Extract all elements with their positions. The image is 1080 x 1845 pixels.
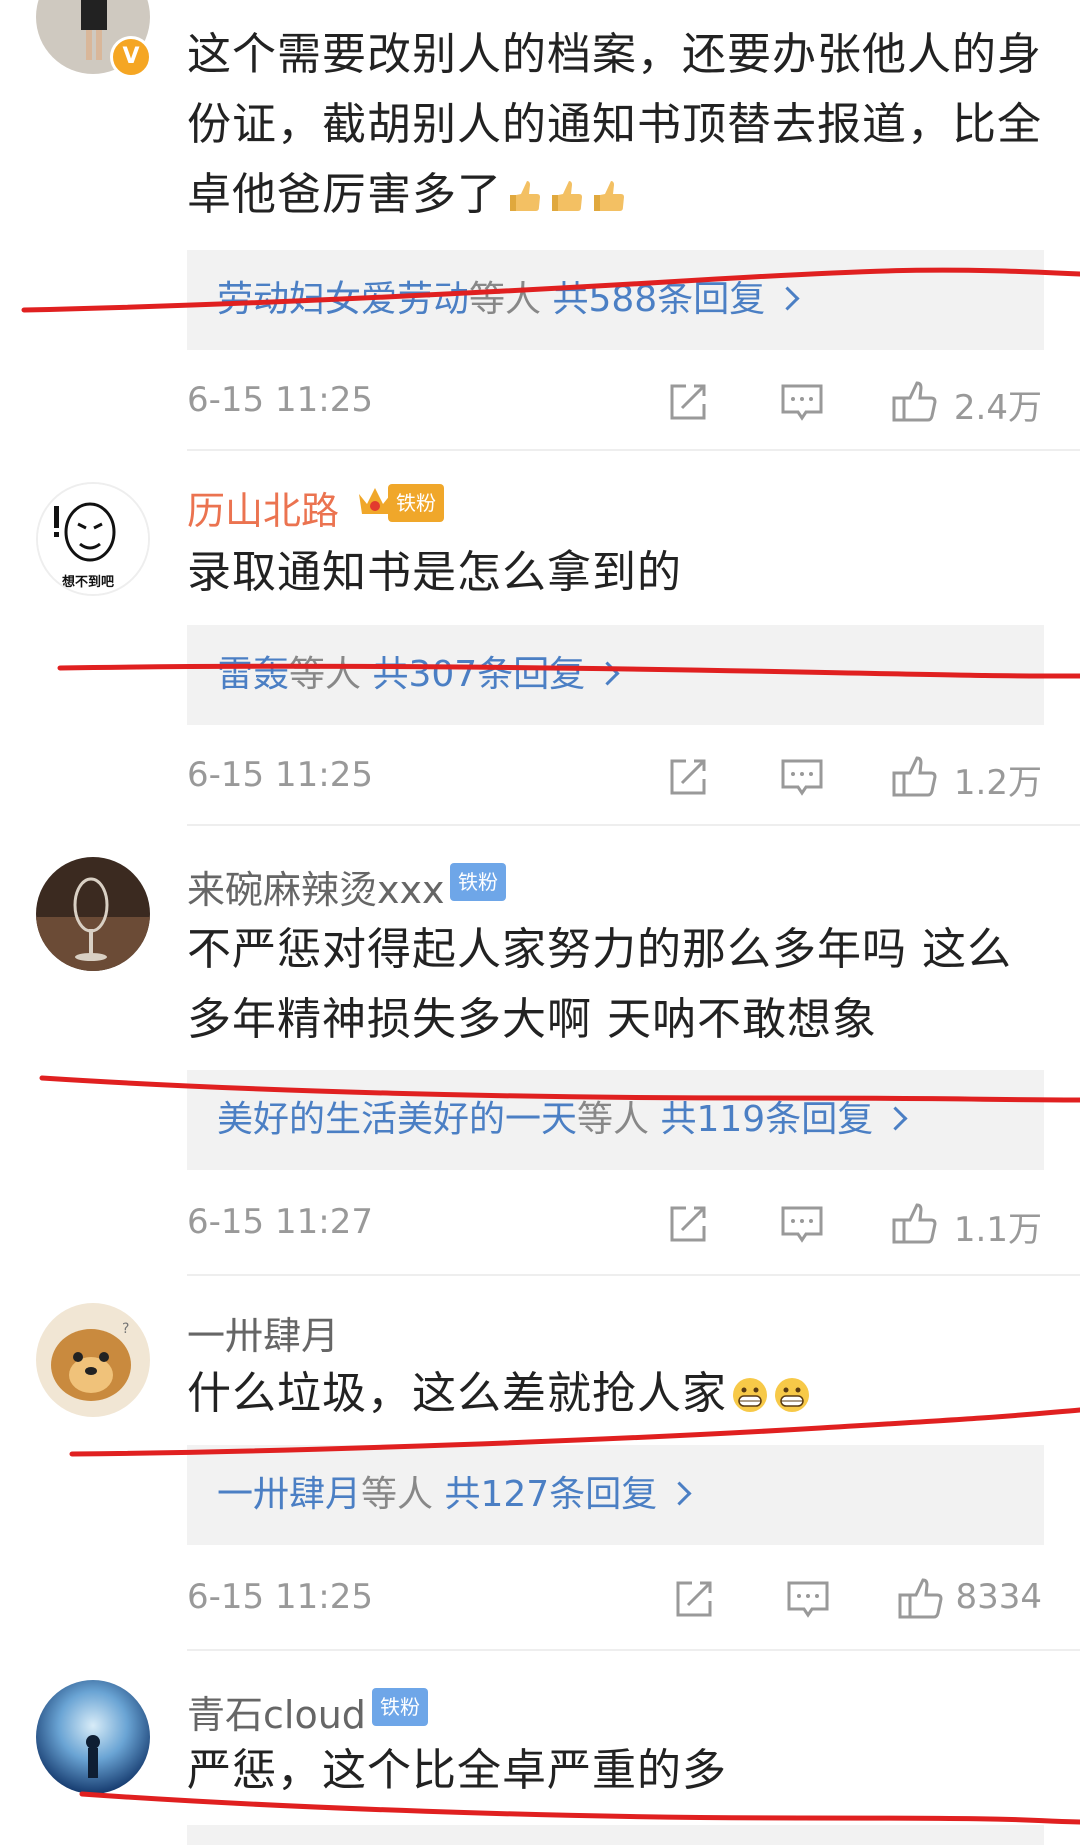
comment-text: 严惩，这个比全卓严重的多 [187, 1745, 727, 1796]
comment-time: 6-15 11:25 [187, 755, 373, 795]
thumbs-up-emoji [594, 181, 624, 211]
reply-summary[interactable]: 雷轰等人 共307条回复 [187, 625, 1044, 725]
comment-icon[interactable] [778, 378, 826, 426]
comment-text: 这个需要改别人的档案，还要办张他人的身份证，截胡别人的通知书顶替去报道，比全卓他… [187, 29, 1042, 220]
grin-emoji [775, 1378, 809, 1412]
comment-item: 想不到吧 历山北路 铁粉 录取通知书是怎么拿到的 雷轰等人 共307条回复 6-… [0, 450, 1080, 826]
comment-time: 6-15 11:25 [187, 380, 373, 420]
chevron-right-icon [595, 661, 620, 686]
avatar-caption: 想不到吧 [62, 574, 114, 590]
reply-summary[interactable]: 劳动妇女爱劳动等人 共588条回复 [187, 250, 1044, 350]
comment-text: 录取通知书是怎么拿到的 [187, 547, 682, 598]
reply-names[interactable]: 一卅肆月 [217, 1474, 361, 1515]
like-count: 1.1万 [953, 1210, 1042, 1250]
comment-icon[interactable] [778, 1200, 826, 1248]
grin-emoji [733, 1378, 767, 1412]
verified-icon: V [110, 36, 152, 78]
like-count: 1.2万 [953, 763, 1042, 803]
avatar[interactable]: ? [36, 1303, 150, 1417]
reply-count[interactable]: 共119条回复 [660, 1099, 873, 1140]
comment-item: ? 一卅肆月 什么垃圾，这么差就抢人家 一卅肆月等人 共127条回复 6-15 … [0, 1275, 1080, 1651]
reply-names[interactable]: 劳动妇女爱劳动 [217, 279, 469, 320]
comment-time: 6-15 11:25 [187, 1577, 373, 1617]
share-icon[interactable] [664, 378, 712, 426]
reply-summary[interactable] [187, 1825, 1044, 1845]
username[interactable]: 青石cloud [187, 1684, 366, 1739]
like-icon[interactable] [890, 753, 938, 801]
thumbs-up-emoji [510, 181, 540, 211]
reply-summary[interactable]: 美好的生活美好的一天等人 共119条回复 [187, 1070, 1044, 1170]
comment-item: V 这个需要改别人的档案，还要办张他人的身份证，截胡别人的通知书顶替去报道，比全… [0, 0, 1080, 451]
svg-text:?: ? [122, 1321, 129, 1337]
fan-badge: 铁粉 [388, 484, 444, 522]
like-icon[interactable] [896, 1575, 944, 1623]
comment-text: 什么垃圾，这么差就抢人家 [187, 1359, 1047, 1429]
fan-badge: 铁粉 [372, 1688, 428, 1726]
reply-count[interactable]: 共127条回复 [444, 1474, 657, 1515]
reply-count[interactable]: 共588条回复 [552, 279, 765, 320]
comment-item: 青石cloud 铁粉 严惩，这个比全卓严重的多 [0, 1650, 1080, 1845]
reply-names[interactable]: 雷轰 [217, 654, 289, 695]
avatar[interactable]: 想不到吧 [36, 482, 150, 596]
comment-time: 6-15 11:27 [187, 1202, 373, 1242]
share-icon[interactable] [664, 1200, 712, 1248]
reply-names[interactable]: 美好的生活美好的一天 [217, 1099, 577, 1140]
chevron-right-icon [883, 1106, 908, 1131]
comment-item: 来碗麻辣烫xxx 铁粉 不严惩对得起人家努力的那么多年吗 这么多年精神损失多大啊… [0, 825, 1080, 1276]
comment-icon[interactable] [778, 753, 826, 801]
comment-icon[interactable] [784, 1575, 832, 1623]
like-count: 8334 [955, 1577, 1042, 1617]
fan-badge: 铁粉 [450, 863, 506, 901]
username[interactable]: 历山北路 [187, 480, 339, 535]
avatar[interactable] [36, 1680, 150, 1794]
like-icon[interactable] [890, 378, 938, 426]
thumbs-up-emoji [552, 181, 582, 211]
avatar[interactable] [36, 857, 150, 971]
like-icon[interactable] [890, 1200, 938, 1248]
share-icon[interactable] [670, 1575, 718, 1623]
chevron-right-icon [667, 1481, 692, 1506]
reply-summary[interactable]: 一卅肆月等人 共127条回复 [187, 1445, 1044, 1545]
comment-text: 不严惩对得起人家努力的那么多年吗 这么多年精神损失多大啊 天呐不敢想象 [187, 924, 1012, 1045]
like-count: 2.4万 [953, 388, 1042, 428]
username[interactable]: 一卅肆月 [187, 1305, 339, 1360]
share-icon[interactable] [664, 753, 712, 801]
reply-count[interactable]: 共307条回复 [372, 654, 585, 695]
chevron-right-icon [775, 286, 800, 311]
username[interactable]: 来碗麻辣烫xxx [187, 859, 444, 914]
